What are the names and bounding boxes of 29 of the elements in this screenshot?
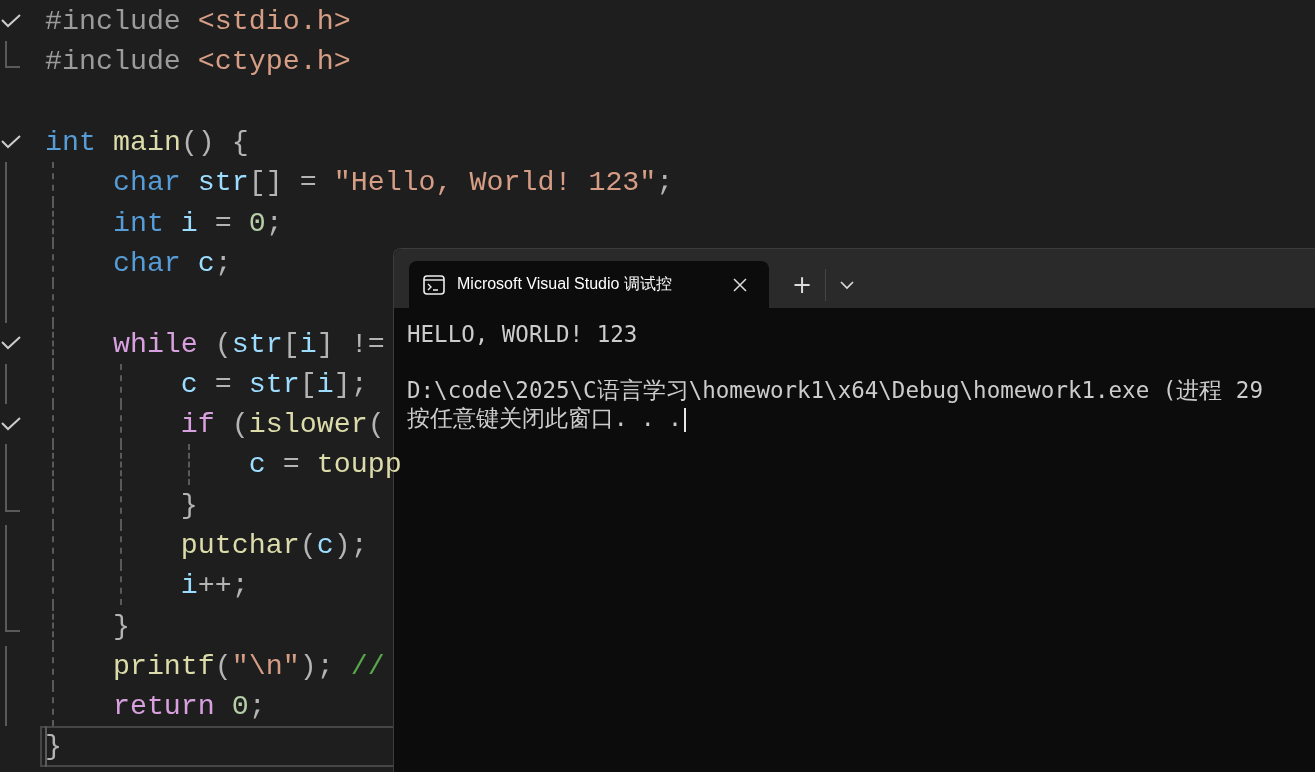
code-line: }	[179, 488, 198, 521]
code-line: char str[] = "Hello, World! 123";	[111, 166, 674, 199]
code-line: putchar(c);	[179, 529, 368, 561]
console-output-line: 按任意键关闭此窗口. . .	[407, 405, 682, 431]
fold-end-line	[5, 41, 20, 69]
checkmark-icon[interactable]	[1, 416, 21, 431]
checkmark-icon[interactable]	[1, 336, 21, 351]
code-line: }	[111, 609, 130, 642]
new-tab-button[interactable]: +	[779, 266, 825, 303]
code-line: return 0;	[111, 690, 266, 723]
checkmark-icon[interactable]	[1, 134, 21, 149]
code-line: i++;	[179, 569, 249, 602]
code-line: c = str[i];	[179, 367, 368, 400]
checkmark-icon[interactable]	[1, 14, 21, 28]
code-line: char c;	[111, 246, 232, 279]
code-line: #include <stdio.h>	[45, 5, 351, 38]
code-line: while (str[i] !=	[111, 327, 385, 360]
code-line: #include <ctype.h>	[45, 45, 351, 78]
terminal-icon	[423, 274, 445, 295]
code-line: }	[45, 730, 62, 763]
code-line: printf("\n"); //	[111, 649, 385, 682]
close-icon[interactable]	[733, 277, 747, 292]
console-output-line: D:\code\2025\C语言学习\homework1\x64\Debug\homework1.exe (进程 29	[407, 377, 1263, 403]
code-line: if (islower(	[179, 408, 385, 441]
console-output-line: HELLO, WORLD! 123	[407, 321, 638, 347]
terminal-tab[interactable]: Microsoft Visual Studio 调试控	[409, 261, 769, 308]
code-line: int i = 0;	[111, 206, 283, 239]
code-line: c = toupp	[247, 448, 402, 481]
code-line: int main() {	[45, 126, 249, 159]
